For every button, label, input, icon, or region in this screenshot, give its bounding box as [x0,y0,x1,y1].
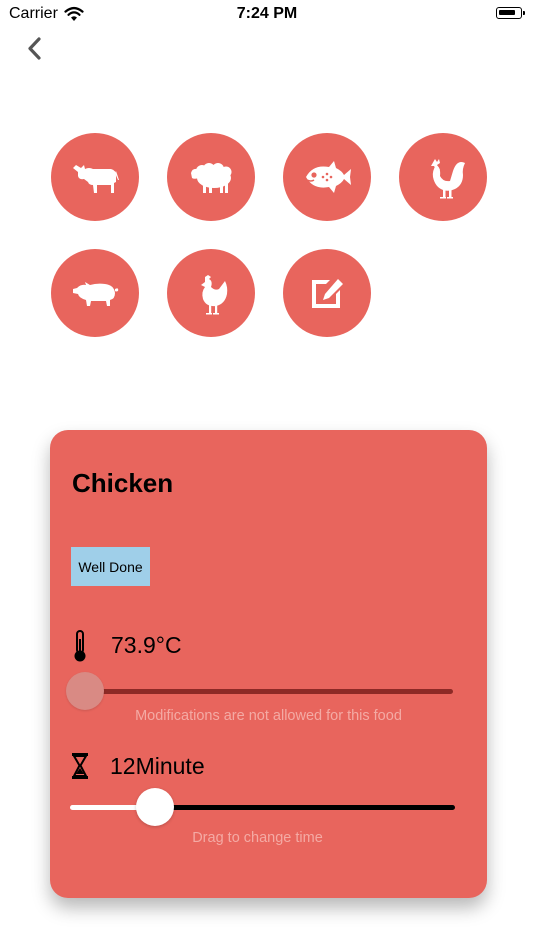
thermometer-icon [74,630,86,662]
food-detail-card: Chicken Well Done 73.9°C Modifications a… [50,430,487,898]
time-hint: Drag to change time [192,830,323,846]
time-value: 12Minute [110,753,205,779]
pig-icon [73,282,119,306]
custom-food-button[interactable] [283,249,371,337]
fish-button[interactable] [283,133,371,221]
hourglass-icon [72,753,88,779]
chicken-icon [201,275,228,315]
sheep-icon [191,163,232,193]
sheep-button[interactable] [167,133,255,221]
temperature-slider-thumb [66,672,104,710]
back-button[interactable] [22,34,48,64]
fish-icon [306,161,351,193]
rooster-icon [431,159,465,199]
cow-button[interactable] [51,133,139,221]
rooster-button[interactable] [399,133,487,221]
doneness-badge: Well Done [71,547,150,586]
food-title: Chicken [72,468,174,498]
edit-icon [312,279,343,308]
time-slider-track[interactable] [154,805,455,810]
temperature-value: 73.9°C [111,632,182,658]
cow-icon [73,165,119,193]
chicken-button[interactable] [167,249,255,337]
pig-button[interactable] [51,249,139,337]
time-slider-thumb[interactable] [135,788,174,826]
chevron-left-icon [28,37,41,60]
temperature-slider-track [85,689,453,694]
status-bar: Carrier 7:24 PM [0,0,534,30]
battery-icon [496,7,525,19]
clock: 7:24 PM [236,5,298,22]
temperature-hint: Modifications are not allowed for this f… [135,708,402,724]
